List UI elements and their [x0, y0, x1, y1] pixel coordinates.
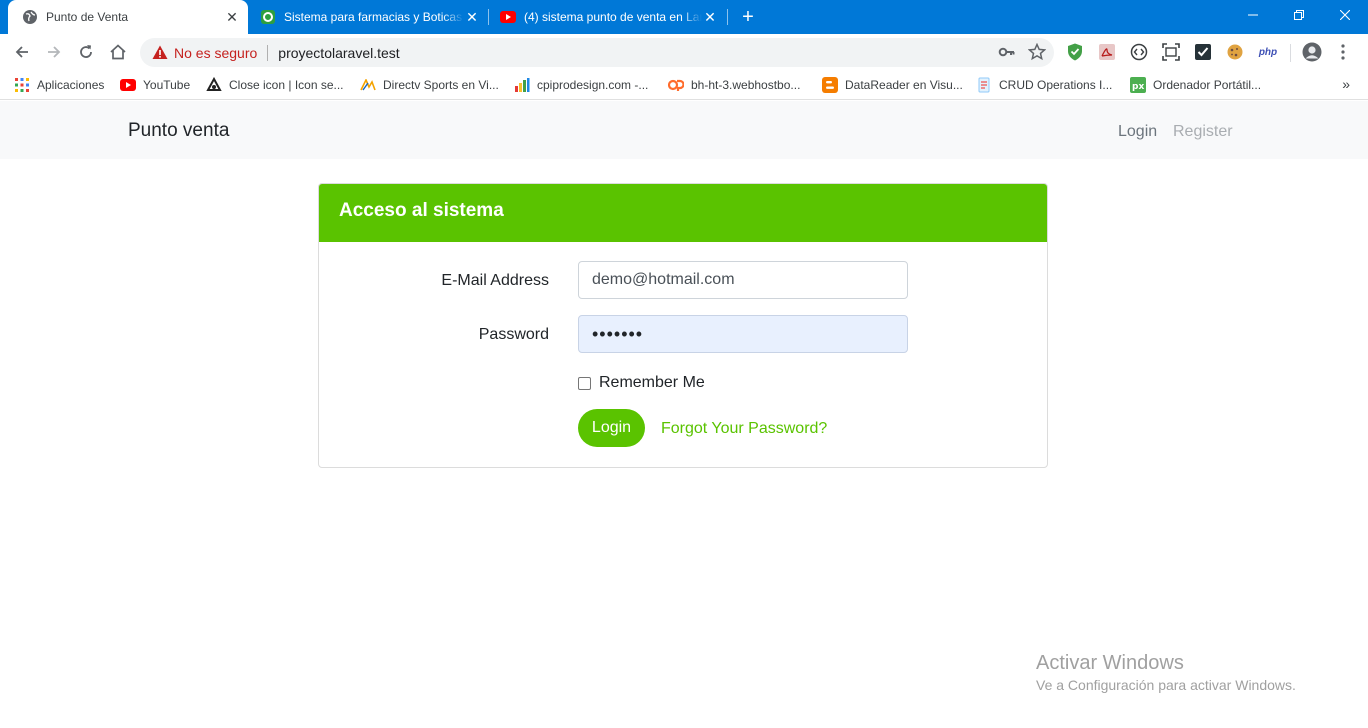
bookmark-cpiprodesign[interactable]: cpiprodesign.com -...: [514, 76, 648, 94]
shield-extension-icon[interactable]: [1066, 43, 1084, 61]
windows-activation-title: Activar Windows: [1036, 652, 1184, 674]
close-icon-site-icon: [206, 77, 222, 93]
php-extension-icon[interactable]: php: [1256, 43, 1280, 61]
cookie-extension-icon[interactable]: [1226, 43, 1244, 61]
bookmark-youtube[interactable]: YouTube: [120, 76, 190, 94]
tab-sistema-farmacias[interactable]: Sistema para farmacias y Boticas ✕: [248, 0, 488, 34]
address-bar-actions: [998, 42, 1047, 66]
address-bar[interactable]: No es seguro proyectolaravel.test: [140, 38, 1054, 67]
blogger-icon: [822, 77, 838, 93]
svg-text:px: px: [1132, 82, 1144, 92]
bar-chart-icon: [514, 77, 530, 93]
tab-title: Sistema para farmacias y Boticas: [284, 10, 463, 24]
tab-youtube-video[interactable]: (4) sistema punto de venta en Laravel ✕: [488, 0, 726, 34]
app-navbar: Punto venta Login Register: [0, 101, 1368, 159]
nav-login-link[interactable]: Login: [1118, 123, 1157, 141]
nav-register-link[interactable]: Register: [1173, 123, 1233, 141]
globe-icon: [22, 9, 38, 25]
star-icon[interactable]: [1027, 42, 1047, 66]
tab-title: Punto de Venta: [46, 10, 129, 24]
bookmarks-overflow-button[interactable]: »: [1342, 76, 1350, 92]
remember-me-label[interactable]: Remember Me: [599, 374, 705, 392]
tab-title: (4) sistema punto de venta en Laravel: [524, 10, 702, 24]
bookmark-label: cpiprodesign.com -...: [537, 78, 649, 92]
password-value: •••••••: [592, 323, 644, 344]
bookmark-label: YouTube: [143, 78, 191, 92]
bookmark-close-icon-site[interactable]: Close icon | Icon se...: [206, 76, 344, 94]
bookmark-label: Ordenador Portátil...: [1153, 78, 1262, 92]
tab-punto-de-venta[interactable]: Punto de Venta ✕: [8, 0, 248, 34]
reload-icon[interactable]: [72, 38, 100, 66]
screenshot-extension-icon[interactable]: [1162, 43, 1180, 61]
checkmark-extension-icon[interactable]: [1194, 43, 1212, 61]
login-card: Acceso al sistema E-Mail Address demo@ho…: [318, 183, 1048, 468]
windows-activation-subtitle: Ve a Configuración para activar Windows.: [1036, 677, 1296, 693]
remember-me-checkbox[interactable]: [578, 376, 591, 390]
youtube-icon: [120, 77, 136, 93]
close-tab-icon[interactable]: ✕: [702, 9, 718, 25]
login-button[interactable]: Login: [578, 409, 645, 447]
bookmark-label: Close icon | Icon se...: [229, 78, 344, 92]
warning-icon: [152, 45, 168, 61]
px-icon: px: [1130, 77, 1146, 93]
bookmark-aplicaciones[interactable]: Aplicaciones: [14, 76, 104, 94]
close-window-icon[interactable]: [1322, 0, 1368, 30]
bookmark-crud-operations[interactable]: CRUD Operations I...: [976, 76, 1112, 94]
address-divider: [267, 44, 269, 61]
close-tab-icon[interactable]: ✕: [464, 9, 480, 25]
bookmark-ordenador-portatil[interactable]: px Ordenador Portátil...: [1130, 76, 1261, 94]
directv-icon: [360, 77, 376, 93]
tab-divider: [727, 9, 728, 25]
email-value: demo@hotmail.com: [592, 271, 735, 288]
site-favicon-icon: [260, 9, 276, 25]
apps-grid-icon: [14, 77, 30, 93]
crud-icon: [976, 77, 992, 93]
extensions-divider: [1290, 44, 1291, 62]
forward-icon[interactable]: [40, 38, 68, 66]
forgot-password-link[interactable]: Forgot Your Password?: [661, 420, 827, 438]
cpanel-icon: [668, 77, 684, 93]
close-tab-icon[interactable]: ✕: [224, 9, 240, 25]
login-card-title: Acceso al sistema: [319, 184, 1047, 242]
not-secure-label[interactable]: No es seguro: [174, 45, 257, 61]
bookmarks-bar: Aplicaciones YouTube Close icon | Icon s…: [0, 70, 1368, 100]
bookmark-datareader[interactable]: DataReader en Visu...: [822, 76, 963, 94]
profile-avatar-icon[interactable]: [1302, 42, 1322, 62]
password-label: Password: [478, 326, 549, 343]
browser-toolbar: No es seguro proyectolaravel.test php: [0, 34, 1368, 70]
key-icon[interactable]: [998, 43, 1016, 66]
bookmark-webhost[interactable]: bh-ht-3.webhostbo...: [668, 76, 800, 94]
minimize-icon[interactable]: [1230, 0, 1276, 30]
new-tab-button[interactable]: +: [736, 5, 760, 29]
password-field[interactable]: •••••••: [578, 315, 908, 353]
home-icon[interactable]: [104, 38, 132, 66]
restore-icon[interactable]: [1276, 0, 1322, 30]
email-label: E-Mail Address: [441, 272, 549, 289]
browser-tab-strip: Punto de Venta ✕ Sistema para farmacias …: [0, 0, 1368, 34]
bookmark-label: bh-ht-3.webhostbo...: [691, 78, 801, 92]
youtube-icon: [500, 9, 516, 25]
back-icon[interactable]: [8, 38, 36, 66]
app-brand[interactable]: Punto venta: [128, 120, 229, 142]
menu-kebab-icon[interactable]: [1334, 43, 1352, 61]
url-text[interactable]: proyectolaravel.test: [278, 45, 399, 61]
code-extension-icon[interactable]: [1130, 43, 1148, 61]
remember-me-row[interactable]: Remember Me: [578, 374, 705, 392]
pdf-extension-icon[interactable]: [1098, 43, 1116, 61]
email-field[interactable]: demo@hotmail.com: [578, 261, 908, 299]
bookmark-label: Aplicaciones: [37, 78, 105, 92]
bookmark-label: DataReader en Visu...: [845, 78, 963, 92]
bookmark-label: Directv Sports en Vi...: [383, 78, 499, 92]
bookmark-directv[interactable]: Directv Sports en Vi...: [360, 76, 499, 94]
bookmark-label: CRUD Operations I...: [999, 78, 1113, 92]
